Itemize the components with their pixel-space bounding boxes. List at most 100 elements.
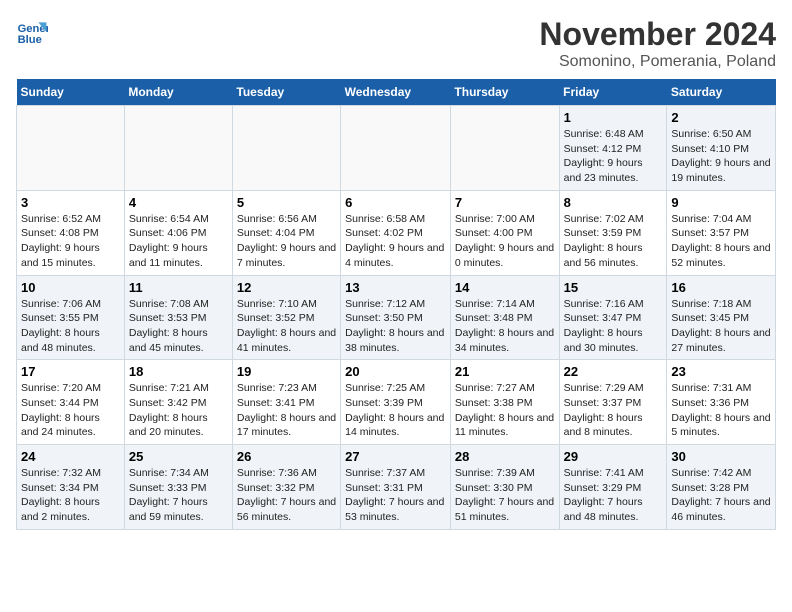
- calendar-cell: 25 Sunrise: 7:34 AM Sunset: 3:33 PM Dayli…: [124, 445, 232, 530]
- day-info: Sunrise: 6:52 AM Sunset: 4:08 PM Dayligh…: [21, 212, 120, 271]
- day-number: 4: [129, 195, 228, 210]
- logo: General Blue General Blue: [16, 16, 48, 48]
- weekday-header-monday: Monday: [124, 79, 232, 106]
- calendar-header: SundayMondayTuesdayWednesdayThursdayFrid…: [17, 79, 776, 106]
- day-info: Sunrise: 7:16 AM Sunset: 3:47 PM Dayligh…: [564, 297, 663, 356]
- calendar-cell: 8 Sunrise: 7:02 AM Sunset: 3:59 PM Daylig…: [559, 190, 667, 275]
- calendar-cell: 3 Sunrise: 6:52 AM Sunset: 4:08 PM Daylig…: [17, 190, 125, 275]
- day-number: 20: [345, 364, 446, 379]
- calendar-cell: 9Sunrise: 7:04 AM Sunset: 3:57 PM Daylig…: [667, 190, 776, 275]
- day-info: Sunrise: 7:23 AM Sunset: 3:41 PM Dayligh…: [237, 381, 336, 440]
- title-area: November 2024 Somonino, Pomerania, Polan…: [539, 16, 776, 71]
- calendar-cell: 27 Sunrise: 7:37 AM Sunset: 3:31 PM Dayli…: [341, 445, 451, 530]
- day-info: Sunrise: 7:37 AM Sunset: 3:31 PM Dayligh…: [345, 466, 446, 525]
- calendar-cell: 17 Sunrise: 7:20 AM Sunset: 3:44 PM Dayli…: [17, 360, 125, 445]
- calendar-table: SundayMondayTuesdayWednesdayThursdayFrid…: [16, 79, 776, 530]
- day-info: Sunrise: 7:25 AM Sunset: 3:39 PM Dayligh…: [345, 381, 446, 440]
- calendar-cell: 7 Sunrise: 7:00 AM Sunset: 4:00 PM Daylig…: [450, 190, 559, 275]
- day-info: Sunrise: 7:06 AM Sunset: 3:55 PM Dayligh…: [21, 297, 120, 356]
- calendar-cell: 29 Sunrise: 7:41 AM Sunset: 3:29 PM Dayli…: [559, 445, 667, 530]
- day-number: 30: [671, 449, 771, 464]
- day-number: 7: [455, 195, 555, 210]
- calendar-week-4: 17 Sunrise: 7:20 AM Sunset: 3:44 PM Dayli…: [17, 360, 776, 445]
- calendar-cell: 18 Sunrise: 7:21 AM Sunset: 3:42 PM Dayli…: [124, 360, 232, 445]
- day-number: 6: [345, 195, 446, 210]
- day-number: 28: [455, 449, 555, 464]
- day-number: 8: [564, 195, 663, 210]
- day-number: 11: [129, 280, 228, 295]
- calendar-cell: 5 Sunrise: 6:56 AM Sunset: 4:04 PM Daylig…: [232, 190, 340, 275]
- day-info: Sunrise: 7:21 AM Sunset: 3:42 PM Dayligh…: [129, 381, 228, 440]
- day-number: 25: [129, 449, 228, 464]
- weekday-header-tuesday: Tuesday: [232, 79, 340, 106]
- day-info: Sunrise: 7:34 AM Sunset: 3:33 PM Dayligh…: [129, 466, 228, 525]
- calendar-week-2: 3 Sunrise: 6:52 AM Sunset: 4:08 PM Daylig…: [17, 190, 776, 275]
- calendar-cell: 24 Sunrise: 7:32 AM Sunset: 3:34 PM Dayli…: [17, 445, 125, 530]
- calendar-cell: 20 Sunrise: 7:25 AM Sunset: 3:39 PM Dayli…: [341, 360, 451, 445]
- calendar-cell: 11 Sunrise: 7:08 AM Sunset: 3:53 PM Dayli…: [124, 275, 232, 360]
- logo-icon: General Blue: [16, 16, 48, 48]
- calendar-cell: [232, 106, 340, 191]
- day-info: Sunrise: 7:02 AM Sunset: 3:59 PM Dayligh…: [564, 212, 663, 271]
- day-info: Sunrise: 7:14 AM Sunset: 3:48 PM Dayligh…: [455, 297, 555, 356]
- calendar-cell: 22Sunrise: 7:29 AM Sunset: 3:37 PM Dayli…: [559, 360, 667, 445]
- day-number: 2: [671, 110, 771, 125]
- calendar-cell: 21Sunrise: 7:27 AM Sunset: 3:38 PM Dayli…: [450, 360, 559, 445]
- weekday-header-sunday: Sunday: [17, 79, 125, 106]
- calendar-cell: 16Sunrise: 7:18 AM Sunset: 3:45 PM Dayli…: [667, 275, 776, 360]
- day-number: 12: [237, 280, 336, 295]
- day-number: 3: [21, 195, 120, 210]
- calendar-cell: [17, 106, 125, 191]
- calendar-cell: 26Sunrise: 7:36 AM Sunset: 3:32 PM Dayli…: [232, 445, 340, 530]
- calendar-cell: [124, 106, 232, 191]
- day-number: 14: [455, 280, 555, 295]
- day-info: Sunrise: 6:56 AM Sunset: 4:04 PM Dayligh…: [237, 212, 336, 271]
- day-number: 24: [21, 449, 120, 464]
- weekday-header-saturday: Saturday: [667, 79, 776, 106]
- calendar-cell: 15 Sunrise: 7:16 AM Sunset: 3:47 PM Dayli…: [559, 275, 667, 360]
- weekday-header-wednesday: Wednesday: [341, 79, 451, 106]
- calendar-cell: 19 Sunrise: 7:23 AM Sunset: 3:41 PM Dayli…: [232, 360, 340, 445]
- day-number: 16: [671, 280, 771, 295]
- day-number: 23: [671, 364, 771, 379]
- day-number: 15: [564, 280, 663, 295]
- calendar-cell: 12Sunrise: 7:10 AM Sunset: 3:52 PM Dayli…: [232, 275, 340, 360]
- calendar-cell: 14 Sunrise: 7:14 AM Sunset: 3:48 PM Dayli…: [450, 275, 559, 360]
- day-number: 10: [21, 280, 120, 295]
- day-number: 27: [345, 449, 446, 464]
- day-info: Sunrise: 7:42 AM Sunset: 3:28 PM Dayligh…: [671, 466, 771, 525]
- calendar-cell: 6Sunrise: 6:58 AM Sunset: 4:02 PM Daylig…: [341, 190, 451, 275]
- calendar-cell: 2 Sunrise: 6:50 AM Sunset: 4:10 PM Daylig…: [667, 106, 776, 191]
- day-info: Sunrise: 7:00 AM Sunset: 4:00 PM Dayligh…: [455, 212, 555, 271]
- day-info: Sunrise: 7:39 AM Sunset: 3:30 PM Dayligh…: [455, 466, 555, 525]
- day-number: 9: [671, 195, 771, 210]
- calendar-cell: 10 Sunrise: 7:06 AM Sunset: 3:55 PM Dayli…: [17, 275, 125, 360]
- day-info: Sunrise: 6:50 AM Sunset: 4:10 PM Dayligh…: [671, 127, 771, 186]
- day-number: 5: [237, 195, 336, 210]
- day-info: Sunrise: 7:12 AM Sunset: 3:50 PM Dayligh…: [345, 297, 446, 356]
- day-info: Sunrise: 7:32 AM Sunset: 3:34 PM Dayligh…: [21, 466, 120, 525]
- calendar-cell: 1Sunrise: 6:48 AM Sunset: 4:12 PM Daylig…: [559, 106, 667, 191]
- subtitle: Somonino, Pomerania, Poland: [539, 53, 776, 71]
- day-info: Sunrise: 7:08 AM Sunset: 3:53 PM Dayligh…: [129, 297, 228, 356]
- calendar-cell: 13Sunrise: 7:12 AM Sunset: 3:50 PM Dayli…: [341, 275, 451, 360]
- day-info: Sunrise: 6:48 AM Sunset: 4:12 PM Dayligh…: [564, 127, 663, 186]
- day-info: Sunrise: 7:41 AM Sunset: 3:29 PM Dayligh…: [564, 466, 663, 525]
- calendar-week-3: 10 Sunrise: 7:06 AM Sunset: 3:55 PM Dayli…: [17, 275, 776, 360]
- day-number: 29: [564, 449, 663, 464]
- calendar-cell: 23Sunrise: 7:31 AM Sunset: 3:36 PM Dayli…: [667, 360, 776, 445]
- day-number: 18: [129, 364, 228, 379]
- day-info: Sunrise: 7:20 AM Sunset: 3:44 PM Dayligh…: [21, 381, 120, 440]
- day-number: 19: [237, 364, 336, 379]
- calendar-cell: 28 Sunrise: 7:39 AM Sunset: 3:30 PM Dayli…: [450, 445, 559, 530]
- day-info: Sunrise: 6:54 AM Sunset: 4:06 PM Dayligh…: [129, 212, 228, 271]
- calendar-cell: 4 Sunrise: 6:54 AM Sunset: 4:06 PM Daylig…: [124, 190, 232, 275]
- day-number: 26: [237, 449, 336, 464]
- weekday-header-thursday: Thursday: [450, 79, 559, 106]
- day-number: 22: [564, 364, 663, 379]
- day-number: 17: [21, 364, 120, 379]
- calendar-cell: [341, 106, 451, 191]
- calendar-week-1: 1Sunrise: 6:48 AM Sunset: 4:12 PM Daylig…: [17, 106, 776, 191]
- main-title: November 2024: [539, 16, 776, 53]
- calendar-week-5: 24 Sunrise: 7:32 AM Sunset: 3:34 PM Dayli…: [17, 445, 776, 530]
